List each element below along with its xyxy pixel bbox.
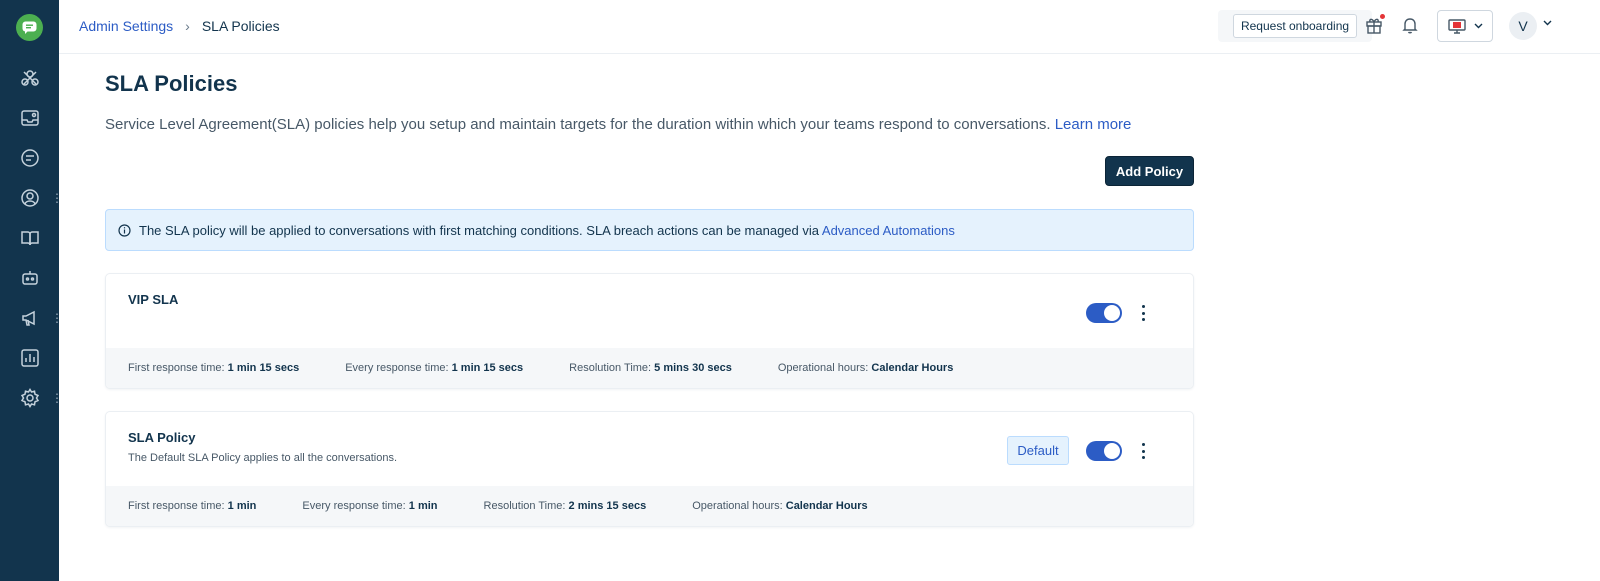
more-options-icon[interactable] (1138, 303, 1148, 323)
contacts-more-icon[interactable]: ⋮ (51, 192, 63, 204)
campaigns-icon[interactable] (18, 306, 42, 330)
learn-more-link[interactable]: Learn more (1055, 116, 1132, 133)
request-onboarding-button[interactable]: Request onboarding (1232, 14, 1358, 38)
logo-icon[interactable] (16, 14, 43, 41)
policy-enabled-toggle[interactable] (1086, 441, 1122, 461)
gift-icon[interactable] (1363, 14, 1385, 36)
every-response-metric: Every response time: 1 min (302, 500, 438, 512)
default-badge: Default (1007, 436, 1069, 465)
bell-icon[interactable] (1399, 14, 1421, 36)
user-avatar[interactable]: V (1509, 12, 1537, 40)
page-description: Service Level Agreement(SLA) policies he… (105, 116, 1131, 133)
policy-metrics: First response time: 1 min 15 secs Every… (106, 348, 1193, 388)
settings-more-icon[interactable]: ⋮ (51, 392, 63, 404)
policy-enabled-toggle[interactable] (1086, 303, 1122, 323)
more-options-icon[interactable] (1138, 441, 1148, 461)
policy-metrics: First response time: 1 min Every respons… (106, 486, 1193, 526)
bot-icon[interactable] (18, 266, 42, 290)
policy-card-sla-policy[interactable]: SLA Policy The Default SLA Policy applie… (105, 411, 1194, 527)
info-banner-text: The SLA policy will be applied to conver… (139, 222, 819, 238)
settings-icon[interactable] (18, 386, 42, 410)
inbox-icon[interactable] (18, 106, 42, 130)
breadcrumb-admin-settings[interactable]: Admin Settings (79, 18, 173, 34)
policy-subtitle: The Default SLA Policy applies to all th… (128, 452, 398, 464)
breadcrumb-current: SLA Policies (201, 18, 280, 34)
reports-icon[interactable] (18, 346, 42, 370)
avatar-chevron-down-icon[interactable] (1543, 20, 1552, 26)
advanced-automations-link[interactable]: Advanced Automations (822, 223, 955, 238)
monitor-icon (1447, 18, 1466, 34)
policy-name[interactable]: SLA Policy (128, 430, 195, 445)
policy-name[interactable]: VIP SLA (128, 292, 178, 307)
sidebar: ⋮ ⋮ ⋮ (0, 0, 63, 581)
resolution-time-metric: Resolution Time: 2 mins 15 secs (483, 500, 647, 512)
policy-card-vip-sla[interactable]: VIP SLA First response time: 1 min 15 se… (105, 273, 1194, 389)
info-banner: The SLA policy will be applied to conver… (105, 209, 1194, 251)
chevron-right-icon: › (185, 18, 190, 34)
first-response-metric: First response time: 1 min 15 secs (128, 362, 300, 374)
breadcrumb: Admin Settings › SLA Policies (79, 18, 280, 34)
every-response-metric: Every response time: 1 min 15 secs (345, 362, 524, 374)
description-text: Service Level Agreement(SLA) policies he… (105, 116, 1051, 133)
contacts-icon[interactable] (18, 186, 42, 210)
notification-dot (1380, 14, 1385, 19)
campaigns-more-icon[interactable]: ⋮ (51, 312, 63, 324)
first-response-metric: First response time: 1 min (128, 500, 257, 512)
page-title: SLA Policies (105, 71, 238, 96)
chevron-down-icon (1474, 23, 1482, 29)
conversations-icon[interactable] (18, 146, 42, 170)
resolution-time-metric: Resolution Time: 5 mins 30 secs (569, 362, 732, 374)
monitor-status-button[interactable] (1437, 10, 1493, 42)
network-icon[interactable] (18, 66, 42, 90)
knowledge-base-icon[interactable] (18, 226, 42, 250)
operational-hours-metric: Operational hours: Calendar Hours (692, 500, 868, 512)
operational-hours-metric: Operational hours: Calendar Hours (777, 362, 954, 374)
add-policy-button[interactable]: Add Policy (1105, 156, 1194, 186)
onboarding-wrapper: Request onboarding (1218, 10, 1372, 42)
info-icon (118, 223, 131, 237)
top-bar: Admin Settings › SLA Policies Request on… (59, 0, 1600, 54)
